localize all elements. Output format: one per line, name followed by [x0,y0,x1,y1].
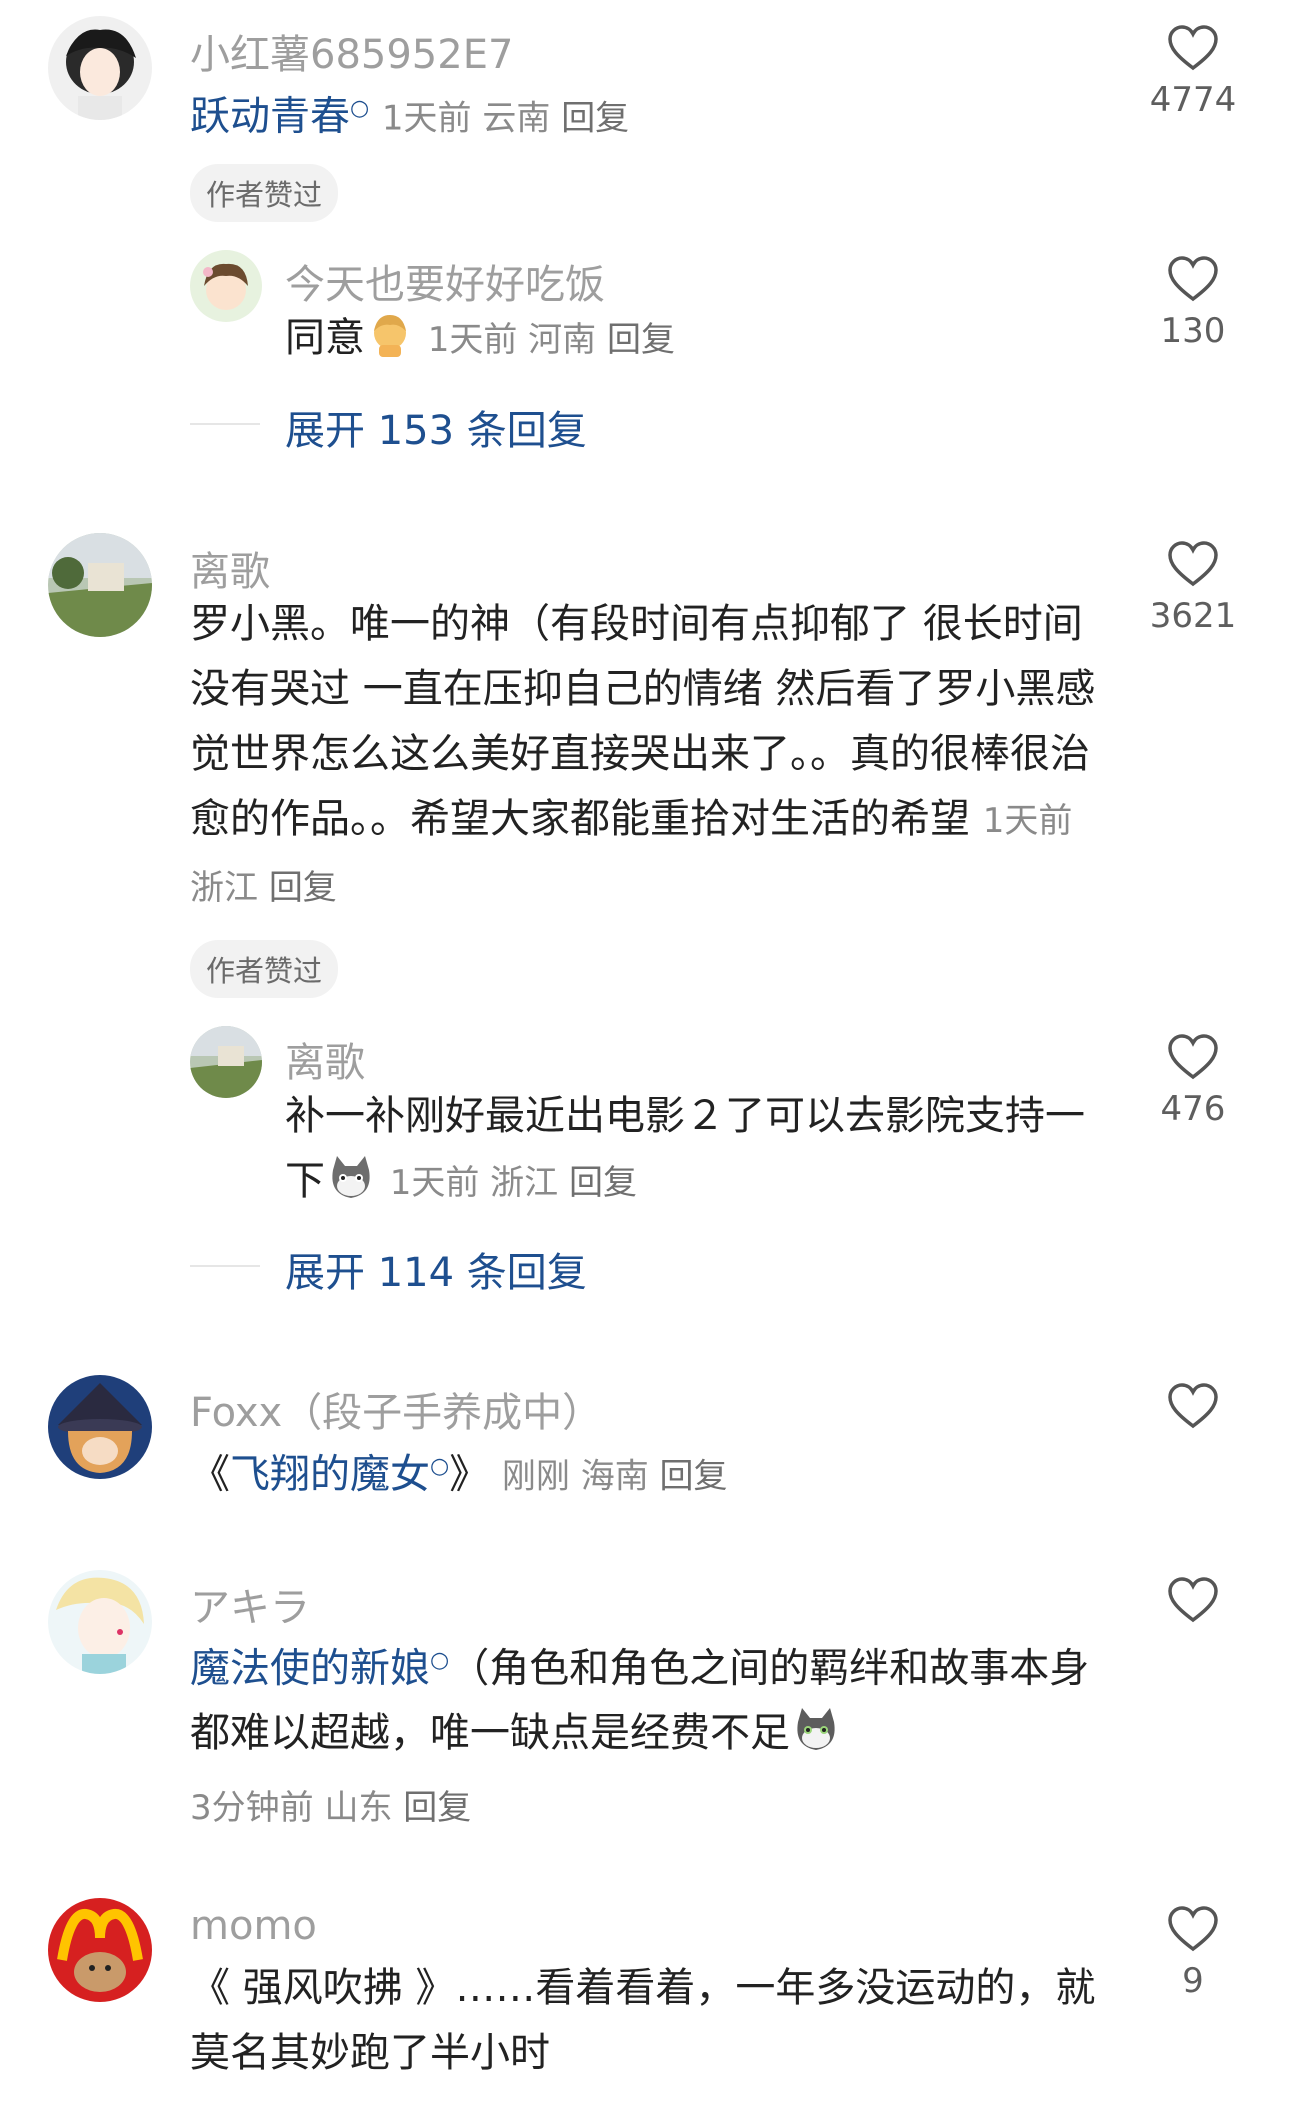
comment-author[interactable]: momo [190,1903,317,1949]
heart-outline-icon [1168,1906,1218,1952]
like-button[interactable]: 9 [1128,1905,1258,2001]
avatar-image [48,1898,152,2002]
avatar[interactable] [48,1898,152,2002]
comment-5: momo 《 强风吹拂 》……看着看着，一年多没运动的，就莫名其妙跑了半小时 9 [0,0,1290,2122]
like-count: 9 [1182,1961,1204,2001]
comment-text: 《 强风吹拂 》……看着看着，一年多没运动的，就莫名其妙跑了半小时 [190,1965,1096,2076]
comment-body: 《 强风吹拂 》……看着看着，一年多没运动的，就莫名其妙跑了半小时 [190,1956,1110,2086]
